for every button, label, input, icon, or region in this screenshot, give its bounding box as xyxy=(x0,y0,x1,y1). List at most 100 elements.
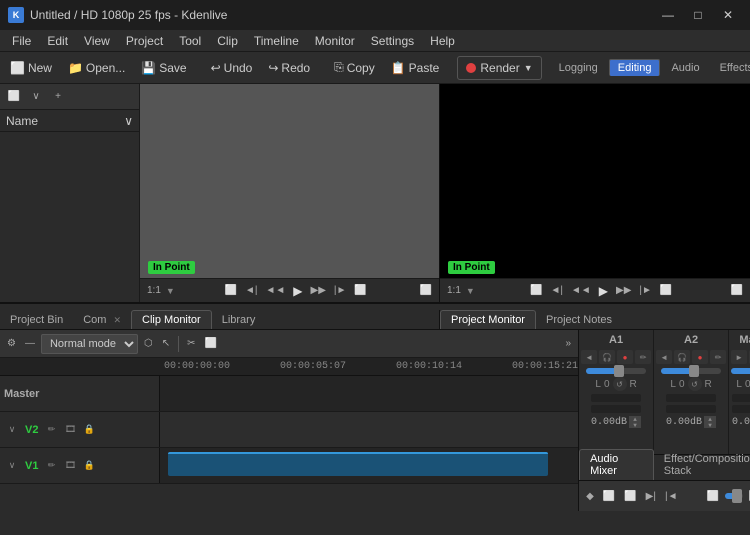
menu-clip[interactable]: Clip xyxy=(209,32,246,50)
proj-prev-btn[interactable]: ◄◄ xyxy=(568,282,594,300)
render-button[interactable]: Render ▼ xyxy=(457,56,541,80)
ch-a2-headphone-btn[interactable]: 🎧 xyxy=(674,350,690,364)
tab-library[interactable]: Library xyxy=(212,311,266,329)
track-v1-area[interactable] xyxy=(160,448,578,483)
maximize-button[interactable]: □ xyxy=(684,5,712,25)
proj-mark-btn[interactable]: ⬜ xyxy=(657,282,675,300)
ch-a2-lr-btn[interactable]: ↺ xyxy=(688,377,702,391)
track-v2-lock-btn[interactable]: 🔒 xyxy=(81,422,97,438)
track-v1-edit-btn[interactable]: ✏ xyxy=(43,458,59,474)
mix-mark-btn[interactable]: ▶| xyxy=(643,486,659,506)
tab-editing[interactable]: Editing xyxy=(609,59,661,76)
tab-clip-monitor[interactable]: Clip Monitor xyxy=(131,310,212,329)
proj-fullscreen-btn[interactable]: ⬜ xyxy=(728,282,746,300)
ch-a2-db-spinner[interactable]: ▲ ▼ xyxy=(704,416,716,428)
ch-a2-effect-btn[interactable]: ✏ xyxy=(710,350,726,364)
clip-rewind-btn[interactable]: ⬜ xyxy=(222,282,240,300)
track-v2-chevron-btn[interactable]: ∨ xyxy=(4,422,20,438)
tab-project-monitor[interactable]: Project Monitor xyxy=(440,310,536,329)
mix-zoom-out-btn[interactable]: ⬜ xyxy=(704,486,722,506)
track-master-area[interactable] xyxy=(160,376,578,411)
tl-select-btn[interactable]: ↖ xyxy=(159,334,173,354)
proj-mark-in-btn[interactable]: ⬜ xyxy=(527,282,545,300)
mix-end-btn[interactable]: |◄ xyxy=(662,486,681,506)
copy-button[interactable]: ⎘ Copy xyxy=(328,56,381,80)
proj-play-btn[interactable]: ▶ xyxy=(596,282,611,300)
clip-step-back-btn[interactable]: ◄| xyxy=(242,282,261,300)
tl-spacer-btn[interactable]: ⬜ xyxy=(201,334,219,354)
ch-a1-record-btn[interactable]: ● xyxy=(617,350,633,364)
ch-a1-db-down[interactable]: ▼ xyxy=(629,422,641,428)
proj-step-fwd-btn[interactable]: |► xyxy=(636,282,655,300)
proj-next-btn[interactable]: ▶▶ xyxy=(613,282,634,300)
mix-snap-btn[interactable]: ⬜ xyxy=(600,486,618,506)
tab-project-notes[interactable]: Project Notes xyxy=(536,311,622,329)
track-v2-edit-btn[interactable]: ✏ xyxy=(43,422,59,438)
track-v2-area[interactable] xyxy=(160,412,578,447)
left-panel-content[interactable] xyxy=(0,132,139,302)
new-button[interactable]: ⬜ New xyxy=(4,56,58,80)
left-panel-add-btn[interactable]: + xyxy=(48,88,68,106)
tab-audio-mixer[interactable]: Audio Mixer xyxy=(579,449,654,480)
clip-mark-btn[interactable]: ⬜ xyxy=(351,282,369,300)
tab-project-bin[interactable]: Project Bin xyxy=(0,311,73,329)
mix-zoom-slider[interactable] xyxy=(725,493,742,499)
left-panel-icon-btn[interactable]: ⬜ xyxy=(4,88,24,106)
tab-logging[interactable]: Logging xyxy=(550,59,607,76)
ch-master-play-btn[interactable]: ► xyxy=(731,350,747,364)
clip-play-btn[interactable]: ▶ xyxy=(290,282,305,300)
channel-a1-fader-row xyxy=(581,368,651,374)
ch-a2-db-down[interactable]: ▼ xyxy=(704,422,716,428)
ch-a1-headphone-btn[interactable]: 🎧 xyxy=(599,350,615,364)
menu-help[interactable]: Help xyxy=(422,32,463,50)
menu-edit[interactable]: Edit xyxy=(39,32,76,50)
close-button[interactable]: ✕ xyxy=(714,5,742,25)
ch-a1-mono-btn[interactable]: ◄ xyxy=(581,350,597,364)
menu-settings[interactable]: Settings xyxy=(363,32,422,50)
menu-tool[interactable]: Tool xyxy=(171,32,209,50)
mix-zoom-in-btn[interactable]: ⬜ xyxy=(746,486,750,506)
paste-button[interactable]: 📋 Paste xyxy=(385,56,446,80)
undo-button[interactable]: ↩ Undo xyxy=(205,56,259,80)
ch-a1-effect-btn[interactable]: ✏ xyxy=(635,350,651,364)
track-v1-film-btn[interactable]: 🎞 xyxy=(62,458,78,474)
tab-effect-composition[interactable]: Effect/Composition Stack xyxy=(654,450,750,480)
tl-insert-mode-btn[interactable]: — xyxy=(22,334,38,354)
menu-project[interactable]: Project xyxy=(118,32,171,50)
tl-cut-btn[interactable]: ✂ xyxy=(184,334,198,354)
minimize-button[interactable]: — xyxy=(654,5,682,25)
redo-button[interactable]: ↪ Redo xyxy=(262,56,316,80)
tl-group-btn[interactable]: ⬡ xyxy=(141,334,156,354)
channel-a1-fader[interactable] xyxy=(586,368,646,374)
ch-a2-record-btn[interactable]: ● xyxy=(692,350,708,364)
tab-effects[interactable]: Effects xyxy=(711,59,750,76)
clip-step-fwd-btn[interactable]: |► xyxy=(331,282,350,300)
track-v1-lock-btn[interactable]: 🔒 xyxy=(81,458,97,474)
clip-prev-btn[interactable]: ◄◄ xyxy=(262,282,288,300)
tab-com[interactable]: Com ✕ xyxy=(73,311,131,329)
menu-file[interactable]: File xyxy=(4,32,39,50)
menu-monitor[interactable]: Monitor xyxy=(307,32,363,50)
menu-view[interactable]: View xyxy=(76,32,118,50)
track-v1-clip[interactable] xyxy=(168,452,548,476)
track-v1-chevron-btn[interactable]: ∨ xyxy=(4,458,20,474)
clip-fullscreen-btn[interactable]: ⬜ xyxy=(417,282,435,300)
ch-a2-mono-btn[interactable]: ◄ xyxy=(656,350,672,364)
tl-mode-select[interactable]: Normal mode xyxy=(41,334,138,354)
proj-step-back-btn[interactable]: ◄| xyxy=(547,282,566,300)
channel-a2-fader[interactable] xyxy=(661,368,721,374)
ch-a1-db-spinner[interactable]: ▲ ▼ xyxy=(629,416,641,428)
mix-fit-btn[interactable]: ⬜ xyxy=(621,486,639,506)
ch-a1-lr-btn[interactable]: ↺ xyxy=(613,377,627,391)
open-button[interactable]: 📁 Open... xyxy=(62,56,131,80)
left-panel-chevron-btn[interactable]: ∨ xyxy=(26,88,46,106)
track-v2-film-btn[interactable]: 🎞 xyxy=(62,422,78,438)
menu-timeline[interactable]: Timeline xyxy=(246,32,307,50)
save-button[interactable]: 💾 Save xyxy=(135,56,192,80)
tl-more-btn[interactable]: » xyxy=(563,334,575,354)
tl-settings-btn[interactable]: ⚙ xyxy=(4,334,19,354)
mix-keyframe-btn[interactable]: ◆ xyxy=(583,486,597,506)
clip-next-btn[interactable]: ▶▶ xyxy=(308,282,329,300)
channel-master-fader[interactable] xyxy=(731,368,750,374)
tab-audio[interactable]: Audio xyxy=(662,59,708,76)
